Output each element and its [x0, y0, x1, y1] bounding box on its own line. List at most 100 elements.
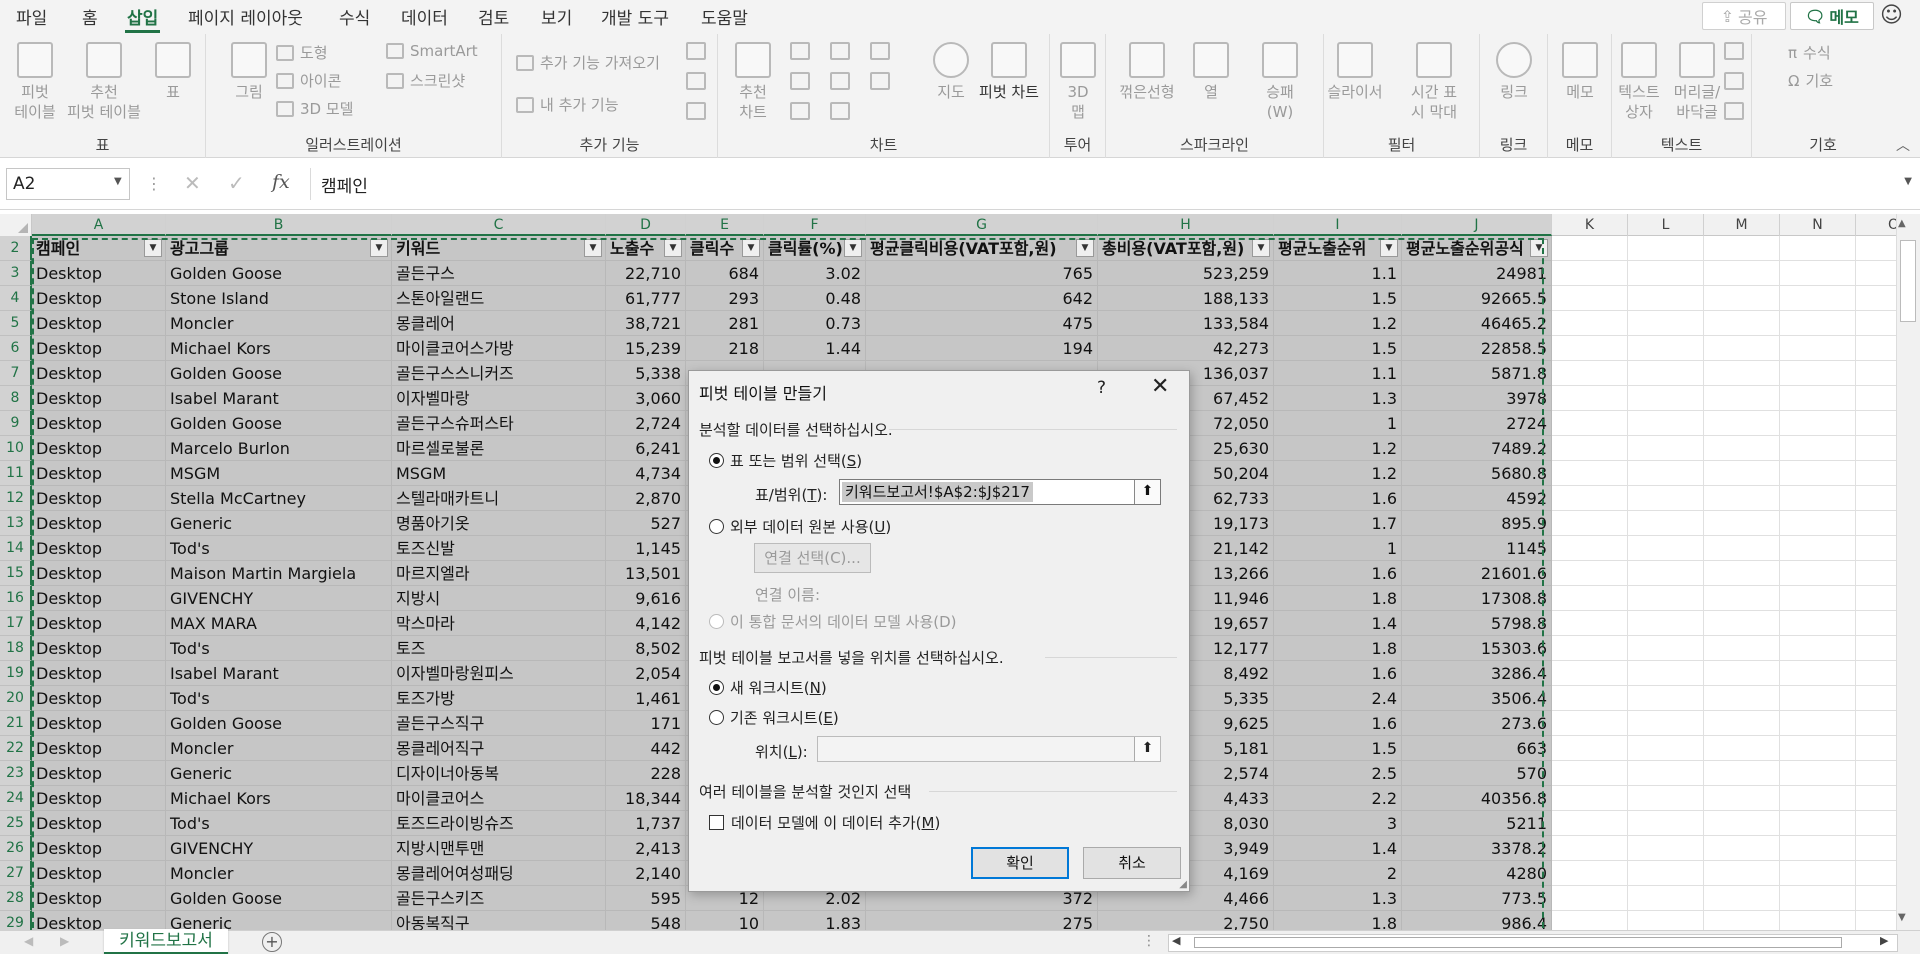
row-header[interactable]: 6 — [0, 336, 32, 361]
waterfall-chart-icon[interactable] — [870, 42, 890, 60]
cell[interactable]: 548 — [606, 911, 686, 930]
column-chart-icon[interactable] — [790, 42, 810, 60]
column-header-m[interactable]: M — [1704, 214, 1780, 236]
cell[interactable]: 570 — [1402, 761, 1552, 786]
cell[interactable]: 2.5 — [1274, 761, 1402, 786]
resize-grip-icon[interactable]: ◢ — [1179, 879, 1187, 890]
cell[interactable]: 15,239 — [606, 336, 686, 361]
chevron-down-icon[interactable]: ▼ — [114, 176, 122, 187]
column-header-o[interactable]: O — [1856, 214, 1896, 236]
cell[interactable] — [1552, 861, 1628, 886]
cell[interactable] — [1780, 736, 1856, 761]
cell[interactable] — [1856, 736, 1896, 761]
cell[interactable]: 22,710 — [606, 261, 686, 286]
cell[interactable]: Tod's — [166, 811, 392, 836]
cell[interactable] — [1552, 261, 1628, 286]
cell[interactable]: 지방시맨투맨 — [392, 836, 606, 861]
cell[interactable]: 6,241 — [606, 436, 686, 461]
ok-button[interactable]: 확인 — [971, 847, 1069, 879]
column-header-h[interactable]: H — [1098, 214, 1274, 236]
timeline-button[interactable]: 시간 표 시 막대 — [1394, 42, 1474, 122]
cell[interactable]: 몽클레어여성패딩 — [392, 861, 606, 886]
share-button[interactable]: ⇪ 공유 — [1702, 2, 1786, 30]
cell[interactable]: 골든구스슈퍼스타 — [392, 411, 606, 436]
cell[interactable]: 4592 — [1402, 486, 1552, 511]
filter-dropdown-icon[interactable]: ▼ — [1076, 239, 1094, 257]
cell[interactable]: 188,133 — [1098, 286, 1274, 311]
cell[interactable]: 273.6 — [1402, 711, 1552, 736]
pictures-button[interactable]: 그림 — [224, 42, 274, 102]
cell[interactable] — [1628, 586, 1704, 611]
combo-chart-icon[interactable] — [870, 72, 890, 90]
cell[interactable] — [1856, 411, 1896, 436]
add-to-data-model-checkbox[interactable]: 데이터 모델에 이 데이터 추가(M) — [709, 812, 940, 833]
cell[interactable]: 토즈신발 — [392, 536, 606, 561]
cell[interactable]: 773.5 — [1402, 886, 1552, 911]
cell[interactable]: 8,502 — [606, 636, 686, 661]
cell[interactable] — [1704, 711, 1780, 736]
cell[interactable] — [1552, 486, 1628, 511]
cell[interactable]: Desktop — [32, 811, 166, 836]
column-header-f[interactable]: F — [764, 214, 866, 236]
filter-dropdown-icon[interactable]: ▼ — [844, 239, 862, 257]
new-comment-button[interactable]: 메모 — [1556, 42, 1604, 102]
prev-sheet-icon[interactable]: ◀ — [24, 934, 33, 948]
cell[interactable]: 3978 — [1402, 386, 1552, 411]
cell[interactable]: 명품아기옷 — [392, 511, 606, 536]
expand-formula-icon[interactable]: ▼ — [1904, 176, 1912, 187]
cell[interactable]: 1.2 — [1274, 461, 1402, 486]
cell[interactable]: Tod's — [166, 686, 392, 711]
cell[interactable] — [1780, 611, 1856, 636]
slicer-button[interactable]: 슬라이서 — [1324, 42, 1386, 102]
header-cell[interactable]: 평균클릭비용(VAT포함,원) ▼ — [866, 236, 1098, 261]
cell[interactable]: 9,616 — [606, 586, 686, 611]
cell[interactable] — [1704, 836, 1780, 861]
row-header[interactable]: 9 — [0, 411, 32, 436]
cell[interactable]: 3378.2 — [1402, 836, 1552, 861]
symbol-button[interactable]: Ω 기호 — [1788, 70, 1833, 91]
cell[interactable] — [1704, 461, 1780, 486]
cell[interactable] — [1856, 686, 1896, 711]
next-sheet-icon[interactable]: ▶ — [60, 934, 69, 948]
cell[interactable] — [1704, 336, 1780, 361]
row-header[interactable]: 21 — [0, 711, 32, 736]
cell[interactable]: 17308.8 — [1402, 586, 1552, 611]
cell[interactable]: 이자벨마랑 — [392, 386, 606, 411]
cell[interactable] — [1552, 461, 1628, 486]
header-cell[interactable]: 캠페인 ▼ — [32, 236, 166, 261]
cell[interactable]: 마이클코어스 — [392, 786, 606, 811]
cell[interactable]: Generic — [166, 511, 392, 536]
column-header-e[interactable]: E — [686, 214, 764, 236]
cell[interactable]: 3.02 — [764, 261, 866, 286]
cell[interactable]: MAX MARA — [166, 611, 392, 636]
cell[interactable] — [1704, 661, 1780, 686]
cell[interactable]: 2,870 — [606, 486, 686, 511]
cell[interactable]: 228 — [606, 761, 686, 786]
cell[interactable] — [1780, 686, 1856, 711]
cell[interactable] — [1856, 761, 1896, 786]
cell[interactable]: 2.4 — [1274, 686, 1402, 711]
cell[interactable]: 토즈가방 — [392, 686, 606, 711]
cell[interactable]: Desktop — [32, 286, 166, 311]
cell[interactable] — [1704, 511, 1780, 536]
cell[interactable] — [1704, 811, 1780, 836]
cell[interactable]: GIVENCHY — [166, 836, 392, 861]
cell[interactable] — [1628, 761, 1704, 786]
cell[interactable]: 2.2 — [1274, 786, 1402, 811]
filter-dropdown-icon[interactable]: ▼ — [1530, 239, 1548, 257]
cell[interactable] — [1856, 836, 1896, 861]
cell[interactable]: 5871.8 — [1402, 361, 1552, 386]
header-cell[interactable] — [1704, 236, 1780, 261]
cell[interactable]: Desktop — [32, 486, 166, 511]
hierarchy-chart-icon[interactable] — [830, 42, 850, 60]
cell[interactable] — [1552, 661, 1628, 686]
filter-dropdown-icon[interactable]: ▼ — [742, 239, 760, 257]
sparkline-column-button[interactable]: 열 — [1186, 42, 1236, 102]
cell[interactable]: 0.48 — [764, 286, 866, 311]
filter-dropdown-icon[interactable]: ▼ — [664, 239, 682, 257]
filter-dropdown-icon[interactable]: ▼ — [1380, 239, 1398, 257]
cell[interactable]: 7489.2 — [1402, 436, 1552, 461]
cell[interactable] — [1704, 761, 1780, 786]
cell[interactable] — [1704, 636, 1780, 661]
cell[interactable] — [1552, 511, 1628, 536]
